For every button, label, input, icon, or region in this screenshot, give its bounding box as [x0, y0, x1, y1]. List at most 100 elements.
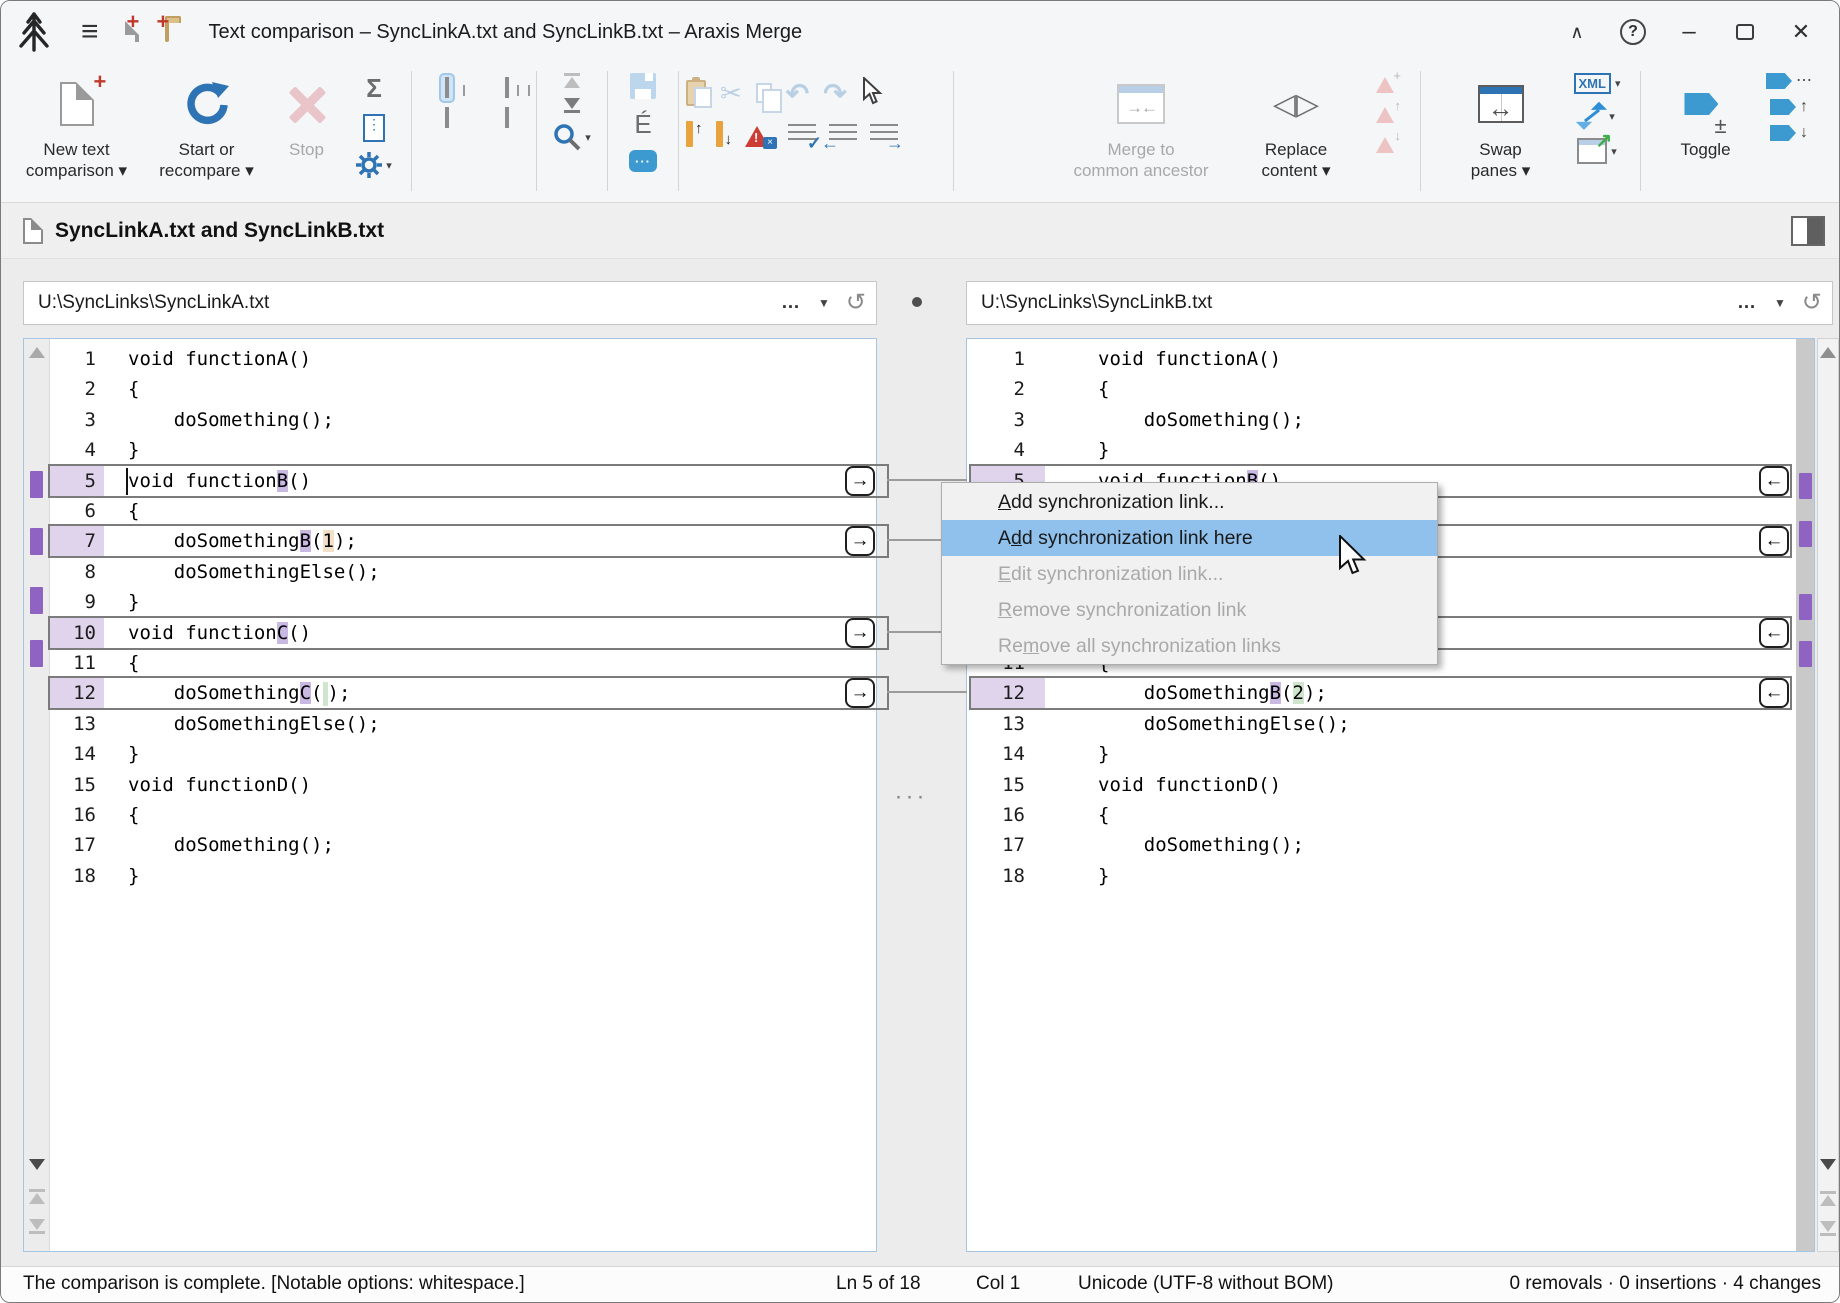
- layout-3pane-icon[interactable]: [505, 79, 509, 97]
- collapse-ribbon-icon[interactable]: ∧: [1549, 9, 1605, 55]
- code-line: 3 doSomething();: [971, 405, 1814, 435]
- previous-change-icon[interactable]: ↑: [686, 121, 703, 147]
- line-number: 15: [50, 770, 96, 800]
- first-change-icon[interactable]: [24, 1189, 49, 1204]
- menu-item[interactable]: Add synchronization link...: [942, 484, 1437, 520]
- last-change-icon[interactable]: [24, 1219, 49, 1234]
- replace-content-icon: ◁▷: [1273, 69, 1319, 139]
- unindent-icon[interactable]: ←: [829, 124, 857, 144]
- sigma-summary-icon[interactable]: Σ: [366, 73, 382, 104]
- xml-mode-icon[interactable]: XML▾: [1574, 73, 1621, 94]
- history-icon[interactable]: ↺: [846, 291, 866, 315]
- bookmark-down-icon[interactable]: ↓: [1770, 125, 1808, 141]
- right-code-pane[interactable]: 1void functionA()2{3 doSomething();4}5vo…: [966, 338, 1815, 1252]
- left-file-path-bar[interactable]: U:\SyncLinks\SyncLinkA.txt … ▼ ↺: [23, 281, 877, 325]
- last-change-icon[interactable]: [1818, 1221, 1838, 1236]
- sync-arrow-button[interactable]: →: [845, 526, 875, 556]
- new-text-comparison-button[interactable]: + New textcomparison ▾: [9, 63, 144, 199]
- line-text: {: [128, 496, 139, 526]
- close-icon[interactable]: ✕: [1773, 9, 1829, 55]
- recompare-button[interactable]: Start orrecompare ▾: [144, 63, 269, 199]
- swap-panes-button[interactable]: ↔ Swappanes ▾: [1448, 63, 1553, 199]
- toggle-bookmark-icon: ±: [1684, 69, 1726, 139]
- sync-arrow-button[interactable]: ←: [1759, 618, 1789, 648]
- sync-arrow-button[interactable]: ←: [1759, 526, 1789, 556]
- scroll-up-icon[interactable]: [29, 347, 45, 358]
- merge-ancestor-icon: →←: [1117, 69, 1165, 139]
- line-number: 16: [50, 800, 96, 830]
- code-line: 2{: [50, 374, 876, 404]
- search-icon[interactable]: ▾: [553, 123, 591, 151]
- bookmark-up-icon[interactable]: ↑: [1770, 99, 1808, 115]
- layout-2row-icon[interactable]: [445, 109, 449, 127]
- code-line: 9}: [50, 587, 876, 617]
- maximize-icon[interactable]: [1717, 9, 1773, 55]
- new-folder-comparison-icon[interactable]: +: [165, 23, 169, 41]
- menu-item: Remove all synchronization links: [942, 628, 1437, 664]
- menu-icon[interactable]: ≡: [81, 15, 99, 49]
- chevron-down-icon[interactable]: ▼: [1774, 296, 1786, 310]
- binary-view-icon[interactable]: ···: [629, 150, 657, 172]
- comparison-area: U:\SyncLinks\SyncLinkA.txt … ▼ ↺ U:\Sync…: [1, 259, 1840, 1268]
- report-icon[interactable]: [363, 114, 385, 142]
- right-file-path-bar[interactable]: U:\SyncLinks\SyncLinkB.txt … ▼ ↺: [966, 281, 1833, 325]
- code-line: 15void functionD(): [971, 770, 1814, 800]
- scroll-down-icon[interactable]: [29, 1159, 45, 1170]
- toggle-bookmark-button[interactable]: ± Toggle: [1658, 63, 1753, 199]
- select-pointer-icon[interactable]: [861, 77, 883, 110]
- goto-last-icon[interactable]: [564, 98, 580, 113]
- scroll-down-icon[interactable]: [1820, 1159, 1836, 1170]
- encoding-icon[interactable]: É: [634, 109, 651, 140]
- code-line: 12 doSomethingC();: [50, 678, 876, 708]
- line-number: 1: [971, 344, 1025, 374]
- cursor-pointer-icon: [1338, 535, 1368, 577]
- previous-warning-icon: ↑: [1376, 103, 1398, 123]
- line-number: 16: [971, 800, 1025, 830]
- chevron-down-icon[interactable]: ▼: [818, 296, 830, 310]
- first-change-icon[interactable]: [1818, 1191, 1838, 1206]
- accept-changes-icon[interactable]: ✓: [788, 124, 816, 144]
- status-line: Ln 5 of 18: [836, 1267, 921, 1301]
- bookmark-list-icon[interactable]: ⋯: [1766, 73, 1812, 89]
- add-warning-icon: +: [1376, 73, 1398, 93]
- splitter-grip[interactable]: ···: [891, 783, 931, 811]
- vertical-scrollbar[interactable]: [1817, 338, 1839, 1252]
- sync-arrow-button[interactable]: →: [845, 618, 875, 648]
- new-document-icon[interactable]: +: [135, 23, 139, 41]
- browse-button[interactable]: …: [1737, 292, 1758, 314]
- sync-arrow-button[interactable]: →: [845, 678, 875, 708]
- cut-icon: ✂: [720, 78, 742, 109]
- compare-mode-icon[interactable]: ▾: [1579, 104, 1615, 128]
- layout-2pane-icon[interactable]: [439, 73, 455, 103]
- right-file-path: U:\SyncLinks\SyncLinkB.txt: [981, 292, 1737, 314]
- recompare-icon: [184, 69, 230, 139]
- sync-arrow-button[interactable]: ←: [1759, 678, 1789, 708]
- replace-content-button[interactable]: ◁▷ Replacecontent ▾: [1241, 63, 1351, 199]
- code-line: 2{: [971, 374, 1814, 404]
- indent-icon[interactable]: →: [870, 124, 898, 144]
- minimize-icon[interactable]: –: [1661, 9, 1717, 55]
- toolbar: + New textcomparison ▾ Start orrecompare…: [1, 63, 1839, 203]
- layout-3row-icon[interactable]: [505, 109, 509, 127]
- code-line: 6{: [50, 496, 876, 526]
- remove-warning-icon[interactable]: ×: [745, 121, 775, 147]
- browse-button[interactable]: …: [781, 292, 802, 314]
- sync-arrow-button[interactable]: ←: [1759, 466, 1789, 496]
- left-change-gutter: [24, 339, 50, 1251]
- export-report-icon[interactable]: ↗▾: [1577, 138, 1617, 164]
- merge-to-ancestor-button: →← Merge tocommon ancestor: [1061, 63, 1221, 199]
- code-line: 7 doSomethingB(1);: [50, 526, 876, 556]
- pane-maximize-icon[interactable]: [1791, 216, 1825, 246]
- code-line: 4}: [971, 435, 1814, 465]
- next-change-icon[interactable]: ↓: [716, 121, 733, 147]
- scroll-up-icon[interactable]: [1820, 347, 1836, 358]
- stop-button: Stop: [269, 63, 344, 199]
- history-icon[interactable]: ↺: [1802, 291, 1822, 315]
- line-number: 13: [50, 709, 96, 739]
- left-code-pane[interactable]: 1void functionA()2{3 doSomething();4}5vo…: [23, 338, 877, 1252]
- settings-gear-icon[interactable]: ▾: [356, 152, 392, 178]
- code-line: 12 doSomethingB(2);: [971, 678, 1814, 708]
- sync-arrow-button[interactable]: →: [845, 466, 875, 496]
- help-icon[interactable]: ?: [1605, 9, 1661, 55]
- line-text: }: [128, 861, 139, 891]
